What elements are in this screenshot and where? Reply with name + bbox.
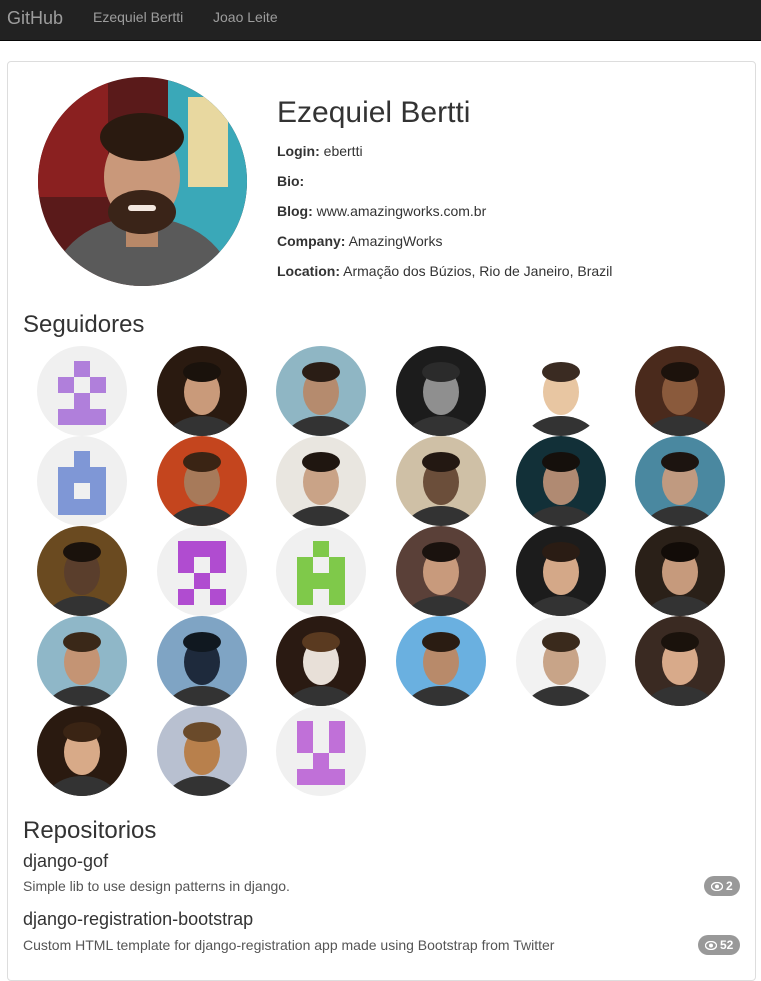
brand-link[interactable]: GitHub [7, 8, 63, 29]
followers-title: Seguidores [23, 311, 145, 338]
company-line: Company: AmazingWorks [277, 233, 442, 249]
follower-avatar[interactable] [157, 346, 247, 436]
repo-name[interactable]: django-gof [23, 851, 108, 872]
follower-avatar[interactable] [276, 616, 366, 706]
company-value: AmazingWorks [348, 233, 443, 249]
blog-label: Blog: [277, 203, 313, 219]
login-line: Login: ebertti [277, 143, 363, 159]
follower-avatar[interactable] [396, 436, 486, 526]
repo-description: Simple lib to use design patterns in dja… [23, 878, 290, 894]
eye-icon [711, 881, 723, 891]
follower-avatar[interactable] [157, 706, 247, 796]
follower-avatar[interactable] [276, 436, 366, 526]
location-label: Location: [277, 263, 340, 279]
follower-avatar[interactable] [396, 616, 486, 706]
follower-avatar[interactable] [37, 346, 127, 436]
follower-avatar[interactable] [516, 346, 606, 436]
follower-avatar[interactable] [396, 526, 486, 616]
watchers-badge: 52 [698, 935, 741, 955]
eye-icon [705, 940, 717, 950]
login-value: ebertti [323, 143, 363, 159]
location-line: Location: Armação dos Búzios, Rio de Jan… [277, 263, 612, 279]
company-label: Company: [277, 233, 346, 249]
follower-avatar[interactable] [516, 616, 606, 706]
follower-avatar[interactable] [635, 616, 725, 706]
follower-avatar[interactable] [276, 526, 366, 616]
profile-name: Ezequiel Bertti [277, 96, 471, 129]
follower-avatar[interactable] [516, 436, 606, 526]
nav-link-joao-leite[interactable]: Joao Leite [213, 9, 278, 25]
watchers-count: 52 [720, 938, 734, 952]
follower-avatar[interactable] [37, 436, 127, 526]
follower-avatar[interactable] [276, 346, 366, 436]
repo-name[interactable]: django-registration-bootstrap [23, 909, 253, 930]
watchers-count: 2 [726, 879, 733, 893]
repo-description: Custom HTML template for django-registra… [23, 937, 555, 953]
bio-line: Bio: [277, 173, 304, 189]
top-navbar: GitHub Ezequiel Bertti Joao Leite [0, 0, 761, 41]
follower-avatar[interactable] [276, 706, 366, 796]
follower-avatar[interactable] [635, 346, 725, 436]
profile-avatar [38, 77, 247, 286]
follower-avatar[interactable] [157, 526, 247, 616]
watchers-badge: 2 [704, 876, 740, 896]
blog-line: Blog: www.amazingworks.com.br [277, 203, 486, 219]
follower-avatar[interactable] [635, 526, 725, 616]
bio-label: Bio: [277, 173, 305, 189]
follower-avatar[interactable] [516, 526, 606, 616]
follower-avatar[interactable] [157, 616, 247, 706]
follower-avatar[interactable] [37, 706, 127, 796]
nav-link-ezequiel-bertti[interactable]: Ezequiel Bertti [93, 9, 183, 25]
follower-avatar[interactable] [635, 436, 725, 526]
follower-avatar[interactable] [157, 436, 247, 526]
follower-avatar[interactable] [37, 616, 127, 706]
follower-avatar[interactable] [396, 346, 486, 436]
follower-avatar[interactable] [37, 526, 127, 616]
location-value: Armação dos Búzios, Rio de Janeiro, Braz… [343, 263, 613, 279]
login-label: Login: [277, 143, 320, 159]
repos-title: Repositorios [23, 817, 157, 844]
blog-value: www.amazingworks.com.br [316, 203, 487, 219]
